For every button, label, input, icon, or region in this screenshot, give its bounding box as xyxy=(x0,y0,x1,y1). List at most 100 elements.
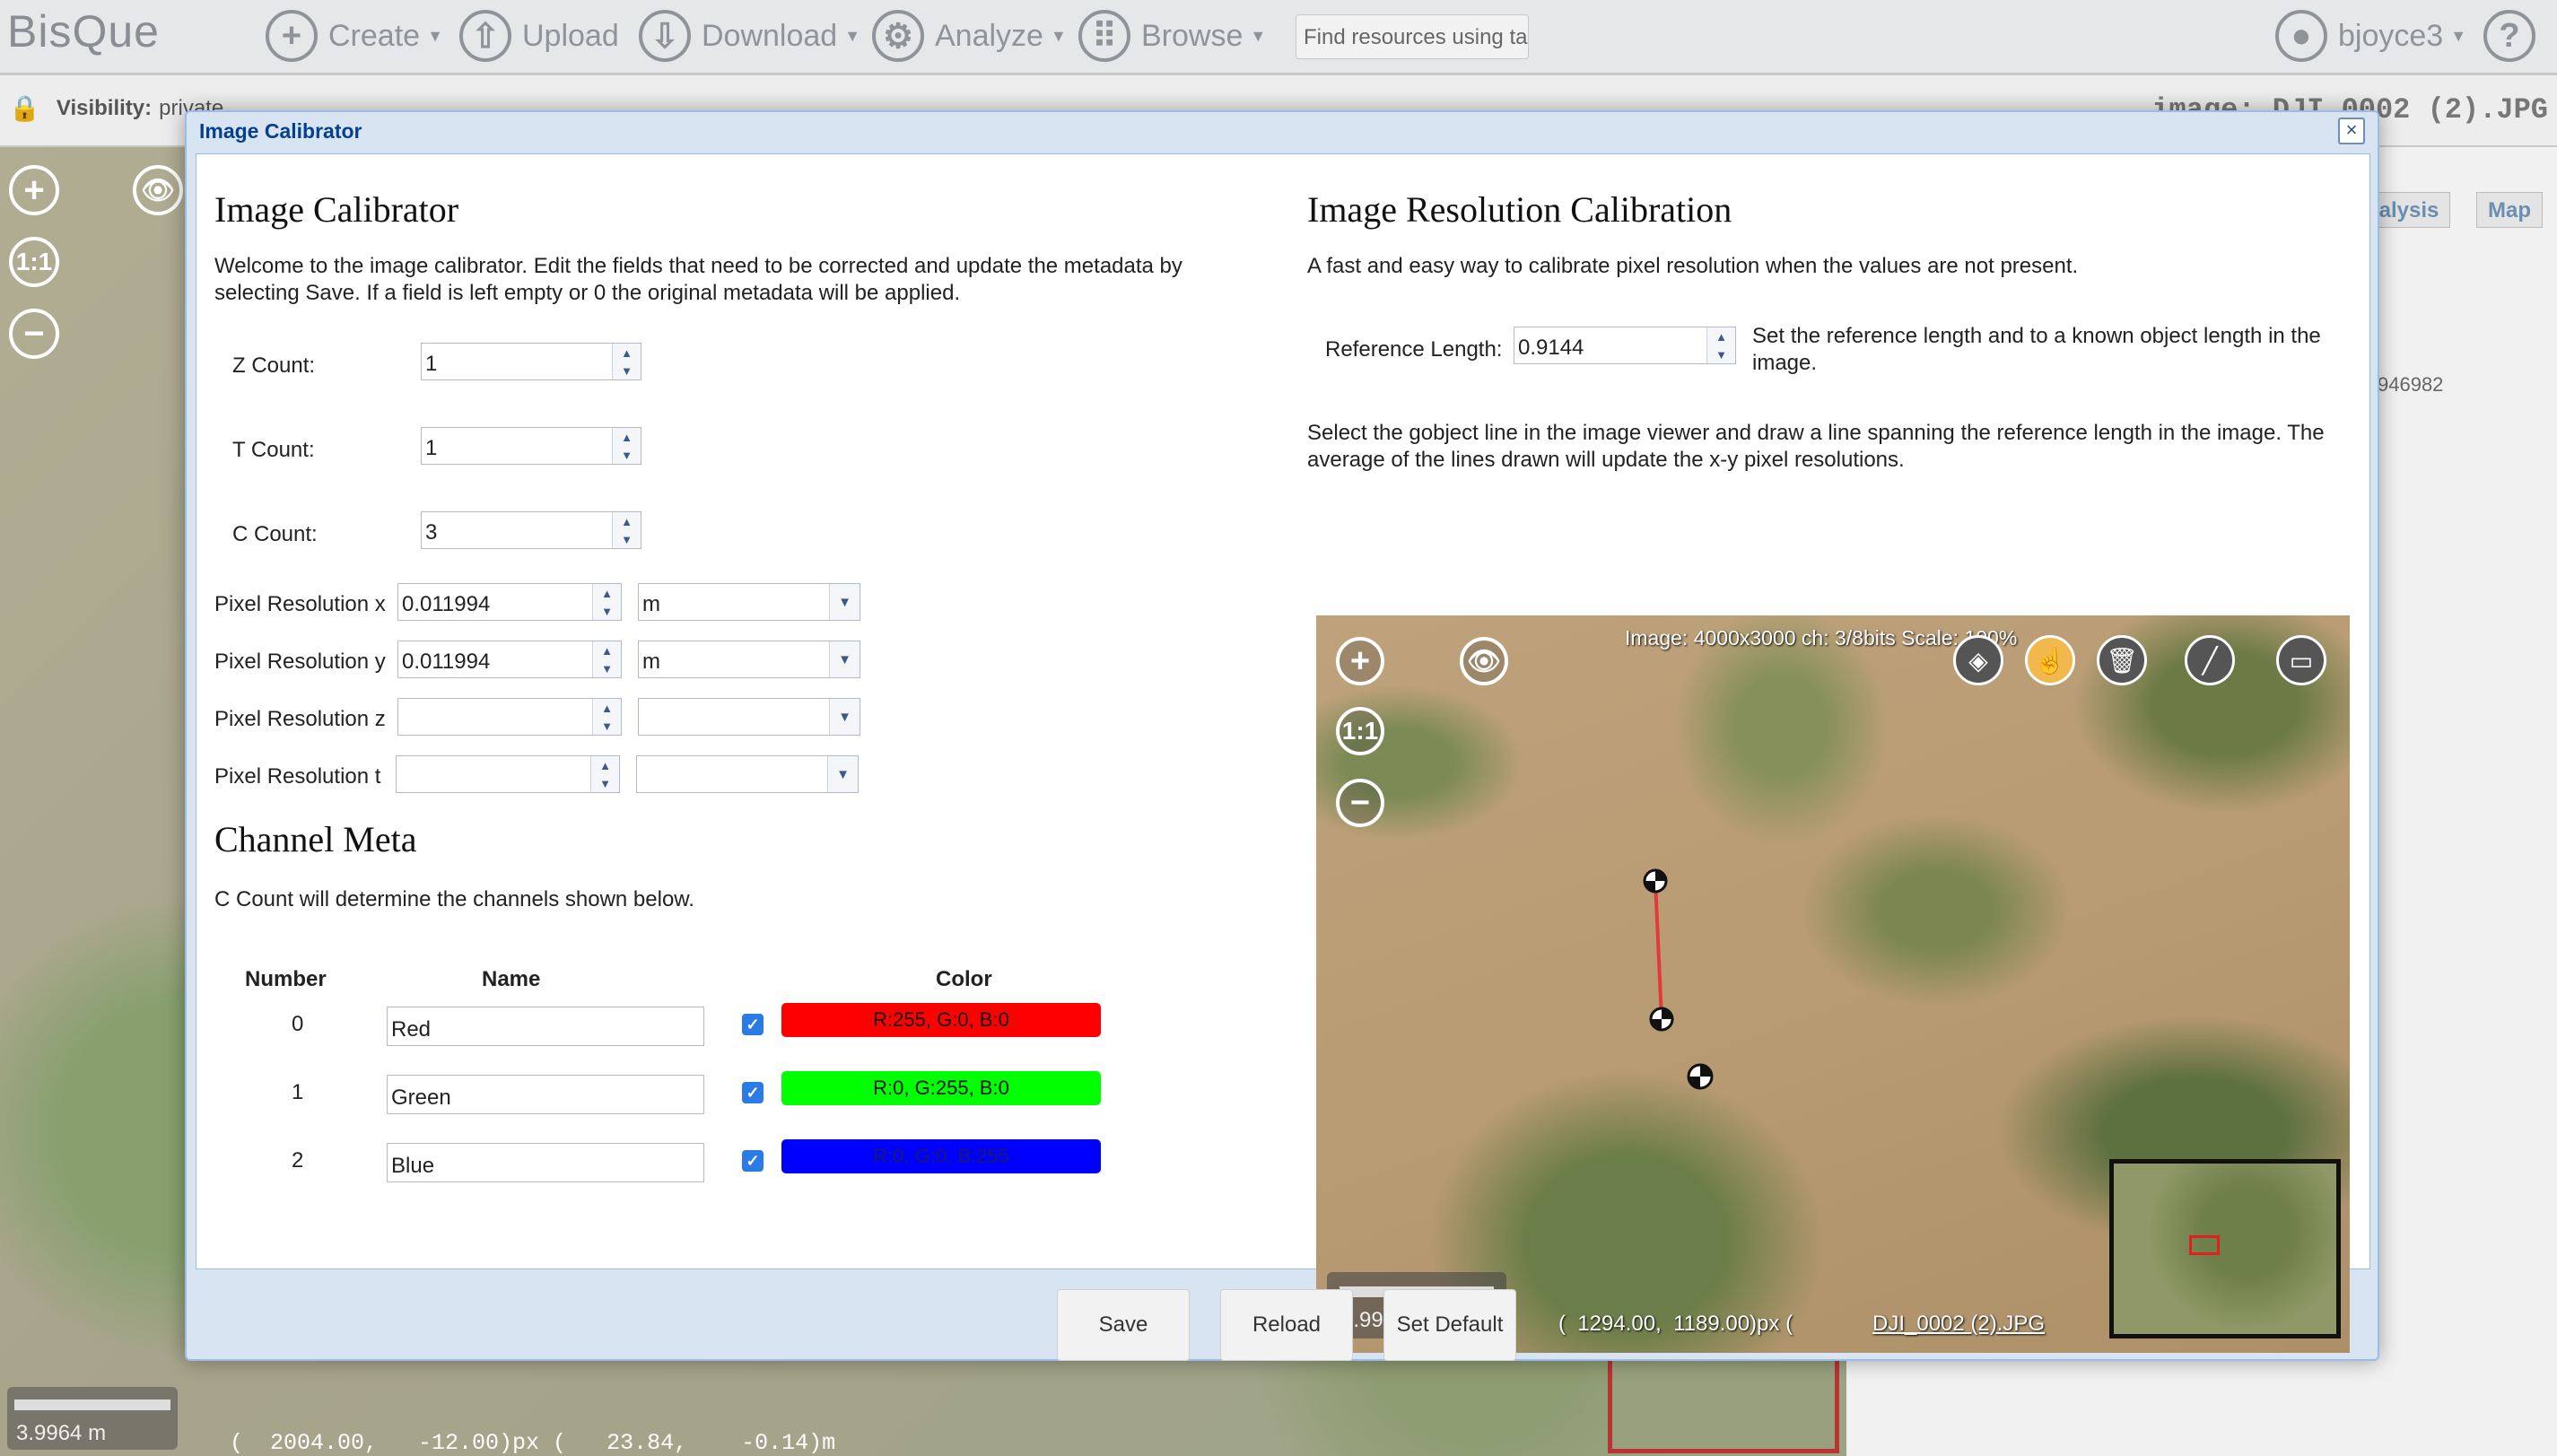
spinner-arrows[interactable]: ▲ ▼ xyxy=(592,584,621,620)
reference-length-value[interactable]: 0.9144 xyxy=(1514,327,1706,363)
reload-button[interactable]: Reload xyxy=(1220,1289,1353,1361)
spin-up-icon[interactable]: ▲ xyxy=(593,699,621,717)
spinner-arrows[interactable]: ▲ ▼ xyxy=(590,756,619,792)
spin-down-icon[interactable]: ▼ xyxy=(613,362,641,379)
reference-line[interactable] xyxy=(1654,880,1663,1020)
background-minimap[interactable] xyxy=(1608,1346,1839,1453)
spin-down-icon[interactable]: ▼ xyxy=(593,659,621,677)
one-to-one-button[interactable]: 1:1 xyxy=(1336,707,1384,755)
chevron-down-icon: ▼ xyxy=(1250,26,1267,45)
chevron-down-icon[interactable]: ▼ xyxy=(829,641,860,677)
pixel-res-z-unit-select[interactable]: ▼ xyxy=(638,698,860,736)
channel-name-input[interactable]: Green xyxy=(387,1075,704,1114)
pixel-res-t-unit[interactable] xyxy=(637,756,827,792)
upload-icon: ⇧ xyxy=(459,10,511,62)
chevron-down-icon[interactable]: ▼ xyxy=(829,584,860,620)
pixel-res-t-field[interactable]: ▲ ▼ xyxy=(396,755,620,793)
pixel-res-t-label: Pixel Resolution t xyxy=(214,764,381,789)
channel-enabled-checkbox[interactable]: ✓ xyxy=(742,1150,764,1172)
user-menu[interactable]: ● bjoyce3 ▼ xyxy=(2275,7,2466,65)
bisque-logo[interactable]: BisQue xyxy=(7,5,160,57)
pixel-res-y-unit-select[interactable]: m ▼ xyxy=(638,641,860,678)
spin-down-icon[interactable]: ▼ xyxy=(593,602,621,620)
spinner-arrows[interactable]: ▲ ▼ xyxy=(592,699,621,735)
spinner-arrows[interactable]: ▲ ▼ xyxy=(612,512,641,548)
help-button[interactable]: ? xyxy=(2483,7,2546,65)
analyze-menu[interactable]: ⚙ Analyze ▼ xyxy=(872,7,1067,65)
zoom-in-icon[interactable]: + xyxy=(9,165,59,215)
zoom-out-icon[interactable]: − xyxy=(9,309,59,359)
pixel-res-z-value[interactable] xyxy=(398,699,592,735)
zoom-in-icon[interactable]: + xyxy=(1336,637,1384,685)
spin-up-icon[interactable]: ▲ xyxy=(591,756,619,774)
create-menu[interactable]: + Create ▼ xyxy=(266,7,443,65)
channel-enabled-checkbox[interactable]: ✓ xyxy=(742,1014,764,1035)
line-endpoint-marker[interactable] xyxy=(1649,1007,1674,1032)
compass-tool-icon[interactable]: ◈ xyxy=(1953,635,2003,685)
channel-color-picker[interactable]: R:0, G:0, B:255 xyxy=(781,1139,1101,1173)
background-scale-label: 3.9964 m xyxy=(16,1421,107,1445)
z-count-field[interactable]: 1 ▲ ▼ xyxy=(421,343,641,380)
save-button[interactable]: Save xyxy=(1057,1289,1190,1361)
line-endpoint-marker[interactable] xyxy=(1643,868,1668,894)
zoom-out-icon[interactable]: − xyxy=(1336,779,1384,827)
spinner-arrows[interactable]: ▲ ▼ xyxy=(592,641,621,677)
spinner-arrows[interactable]: ▲ ▼ xyxy=(612,428,641,464)
pixel-res-t-value[interactable] xyxy=(397,756,590,792)
pixel-res-x-field[interactable]: 0.011994 ▲ ▼ xyxy=(397,583,622,621)
pixel-res-t-unit-select[interactable]: ▼ xyxy=(636,755,859,793)
spin-down-icon[interactable]: ▼ xyxy=(613,446,641,464)
browse-menu[interactable]: ⠿ Browse ▼ xyxy=(1078,7,1266,65)
download-menu[interactable]: ⇩ Download ▼ xyxy=(639,7,860,65)
spin-down-icon[interactable]: ▼ xyxy=(1707,345,1735,363)
spin-up-icon[interactable]: ▲ xyxy=(593,584,621,602)
t-count-field[interactable]: 1 ▲ ▼ xyxy=(421,427,641,465)
pixel-res-y-value[interactable]: 0.011994 xyxy=(398,641,592,677)
spin-down-icon[interactable]: ▼ xyxy=(613,530,641,548)
line-tool-icon[interactable]: ╱ xyxy=(2185,635,2235,685)
spin-up-icon[interactable]: ▲ xyxy=(613,344,641,362)
channel-enabled-checkbox[interactable]: ✓ xyxy=(742,1082,764,1103)
spin-down-icon[interactable]: ▼ xyxy=(591,774,619,792)
pixel-res-z-unit[interactable] xyxy=(639,699,829,735)
close-icon[interactable]: × xyxy=(2338,118,2365,144)
c-count-field[interactable]: 3 ▲ ▼ xyxy=(421,511,641,549)
z-count-value[interactable]: 1 xyxy=(422,344,612,379)
pixel-res-x-label: Pixel Resolution x xyxy=(214,592,386,616)
calibrator-heading: Image Calibrator xyxy=(214,189,459,230)
spinner-arrows[interactable]: ▲ ▼ xyxy=(1706,327,1735,363)
chevron-down-icon[interactable]: ▼ xyxy=(827,756,858,792)
channel-color-picker[interactable]: R:0, G:255, B:0 xyxy=(781,1071,1101,1105)
tab-map[interactable]: Map xyxy=(2476,192,2543,228)
spin-up-icon[interactable]: ▲ xyxy=(613,428,641,446)
pixel-res-x-value[interactable]: 0.011994 xyxy=(398,584,592,620)
channel-color-picker[interactable]: R:255, G:0, B:0 xyxy=(781,1003,1101,1037)
upload-menu[interactable]: ⇧ Upload xyxy=(459,7,619,65)
chevron-down-icon[interactable]: ▼ xyxy=(829,699,860,735)
one-to-one-button[interactable]: 1:1 xyxy=(9,237,59,287)
calibration-image-viewer[interactable]: + 1:1 − 👁 Image: 4000x3000 ch: 3/8bits S… xyxy=(1316,615,2350,1353)
eye-icon[interactable]: 👁 xyxy=(1460,637,1508,685)
spin-up-icon[interactable]: ▲ xyxy=(593,641,621,659)
resource-search-input[interactable]: Find resources using ta xyxy=(1296,14,1529,59)
spin-up-icon[interactable]: ▲ xyxy=(1707,327,1735,345)
channel-name-input[interactable]: Red xyxy=(387,1007,704,1046)
monitor-tool-icon[interactable]: ▭ xyxy=(2276,635,2326,685)
spin-down-icon[interactable]: ▼ xyxy=(593,717,621,735)
reference-length-field[interactable]: 0.9144 ▲ ▼ xyxy=(1514,327,1736,364)
pixel-res-x-unit-select[interactable]: m ▼ xyxy=(638,583,860,621)
set-default-button[interactable]: Set Default xyxy=(1383,1289,1516,1361)
trash-tool-icon[interactable]: 🗑 xyxy=(2097,635,2147,685)
spin-up-icon[interactable]: ▲ xyxy=(613,512,641,530)
spinner-arrows[interactable]: ▲ ▼ xyxy=(612,344,641,379)
pixel-res-y-unit[interactable]: m xyxy=(639,641,829,677)
hand-pointer-tool-icon[interactable]: ☝ xyxy=(2025,635,2075,685)
pixel-res-z-field[interactable]: ▲ ▼ xyxy=(397,698,622,736)
pixel-res-y-field[interactable]: 0.011994 ▲ ▼ xyxy=(397,641,622,678)
channel-name-input[interactable]: Blue xyxy=(387,1143,704,1182)
t-count-value[interactable]: 1 xyxy=(422,428,612,464)
minimap-viewport-window[interactable] xyxy=(2189,1235,2220,1255)
c-count-value[interactable]: 3 xyxy=(422,512,612,548)
pixel-res-x-unit[interactable]: m xyxy=(639,584,829,620)
eye-icon[interactable]: 👁 xyxy=(133,165,183,215)
